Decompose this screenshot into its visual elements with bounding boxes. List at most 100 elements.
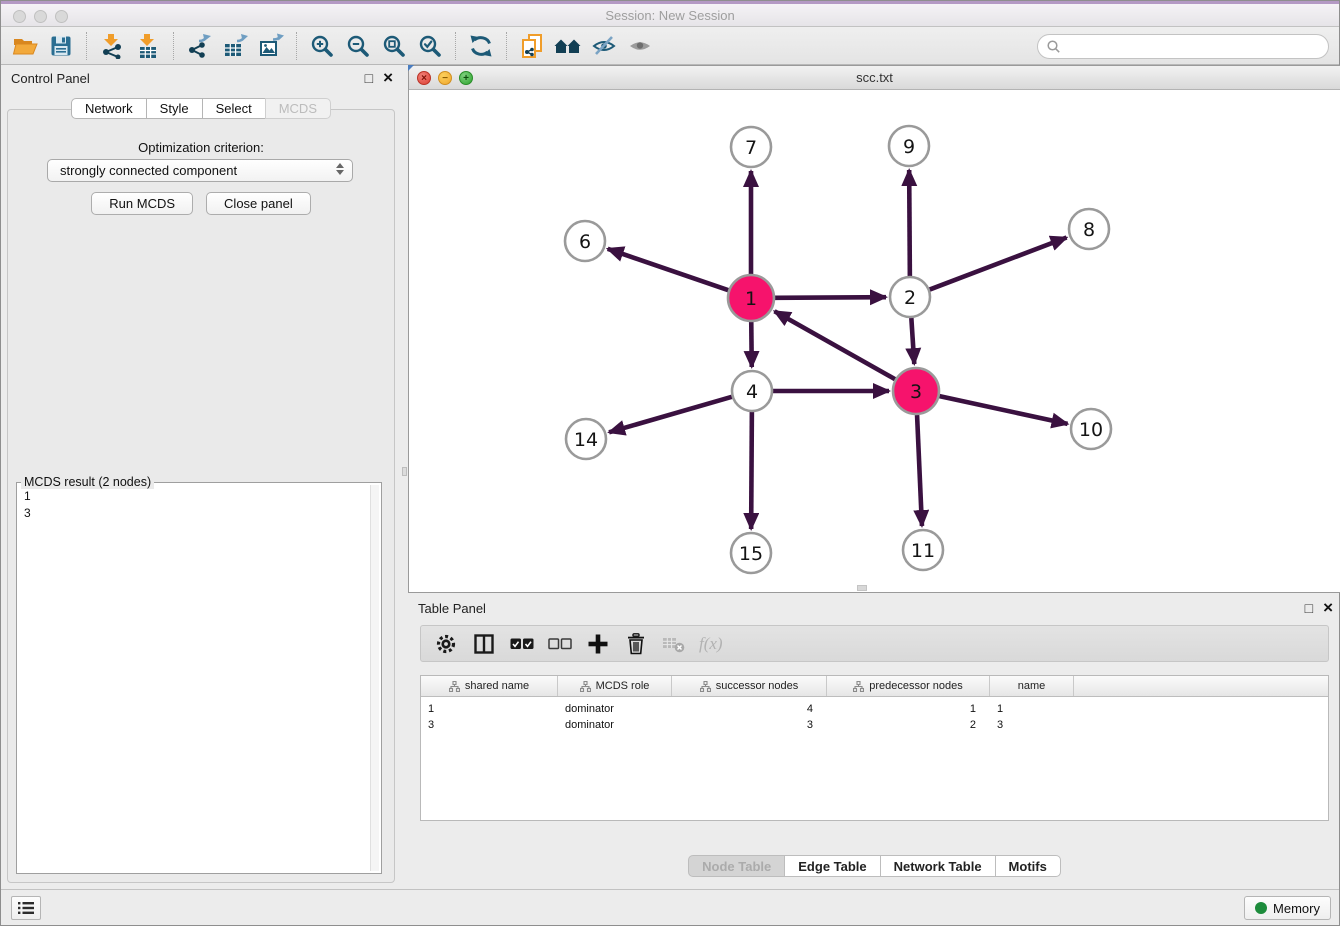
column-header-successor-nodes[interactable]: successor nodes xyxy=(672,676,827,696)
zoom-selected-button[interactable] xyxy=(412,30,448,62)
memory-button[interactable]: Memory xyxy=(1244,896,1331,920)
float-table-panel-icon[interactable]: □ xyxy=(1305,599,1313,617)
graph-node-1[interactable]: 1 xyxy=(728,275,774,321)
tab-motifs[interactable]: Motifs xyxy=(995,855,1061,877)
table-cell: 2 xyxy=(827,717,990,733)
edge-2-8[interactable] xyxy=(930,238,1067,290)
table-row-0[interactable]: 1dominator411 xyxy=(421,701,1328,717)
import-network-button[interactable] xyxy=(94,30,130,62)
network-canvas[interactable]: 7 9 6 8 1 2 4 3 14 10 15 11 xyxy=(409,90,1340,592)
graph-node-15[interactable]: 15 xyxy=(731,533,771,573)
table-toolbar: f(x) xyxy=(420,625,1329,662)
edge-1-2[interactable] xyxy=(775,297,886,298)
criterion-dropdown[interactable]: strongly connected component xyxy=(47,159,353,182)
deselect-all-rows-button[interactable] xyxy=(547,631,573,657)
table-row-1[interactable]: 3dominator323 xyxy=(421,717,1328,733)
close-table-panel-icon[interactable]: × xyxy=(1323,599,1333,617)
import-network-icon xyxy=(99,33,125,59)
node-label-4: 4 xyxy=(746,381,758,403)
table-settings-button[interactable] xyxy=(433,631,459,657)
network-zoom-button[interactable]: + xyxy=(459,71,473,85)
canvas-scrollbar-thumb[interactable] xyxy=(857,585,867,591)
close-panel-icon[interactable]: × xyxy=(383,69,393,87)
edge-4-15[interactable] xyxy=(751,412,752,529)
edge-3-1[interactable] xyxy=(775,311,896,379)
node-table-header-row: shared nameMCDS rolesuccessor nodesprede… xyxy=(421,676,1328,697)
tab-select[interactable]: Select xyxy=(202,98,266,119)
mcds-result-text[interactable]: 1 3 xyxy=(19,485,369,871)
splitter-grip[interactable] xyxy=(402,467,407,476)
table-settings-icon xyxy=(435,633,457,655)
export-table-button[interactable] xyxy=(217,30,253,62)
graph-node-9[interactable]: 9 xyxy=(889,126,929,166)
result-scrollbar[interactable] xyxy=(370,485,379,871)
window-minimize-button[interactable] xyxy=(34,10,47,23)
tab-mcds[interactable]: MCDS xyxy=(265,98,331,119)
zoom-fit-button[interactable] xyxy=(376,30,412,62)
edge-2-9[interactable] xyxy=(909,170,910,276)
column-header-name[interactable]: name xyxy=(990,676,1074,696)
column-header-shared-name[interactable]: shared name xyxy=(421,676,558,696)
network-minimize-button[interactable]: − xyxy=(438,71,452,85)
export-network-button[interactable] xyxy=(181,30,217,62)
graph-node-4[interactable]: 4 xyxy=(732,371,772,411)
show-all-button[interactable] xyxy=(622,30,658,62)
graph-node-2[interactable]: 2 xyxy=(890,277,930,317)
graph-node-3[interactable]: 3 xyxy=(893,368,939,414)
window-close-button[interactable] xyxy=(13,10,26,23)
graph-node-6[interactable]: 6 xyxy=(565,221,605,261)
node-label-14: 14 xyxy=(574,429,598,451)
column-header-predecessor-nodes[interactable]: predecessor nodes xyxy=(827,676,990,696)
edge-4-14[interactable] xyxy=(609,397,732,433)
edge-3-10[interactable] xyxy=(939,396,1067,424)
graph-node-7[interactable]: 7 xyxy=(731,127,771,167)
toolbar-separator xyxy=(455,32,456,60)
select-all-rows-button[interactable] xyxy=(509,631,535,657)
export-image-button[interactable] xyxy=(253,30,289,62)
table-cell: 3 xyxy=(421,717,558,733)
column-header-mcds-role[interactable]: MCDS role xyxy=(558,676,672,696)
graph-node-14[interactable]: 14 xyxy=(566,419,606,459)
vertical-splitter[interactable] xyxy=(401,65,408,891)
zoom-in-icon xyxy=(310,34,334,58)
show-all-eye-icon xyxy=(627,33,653,59)
save-session-button[interactable] xyxy=(43,30,79,62)
hide-selected-button[interactable] xyxy=(586,30,622,62)
edge-1-6[interactable] xyxy=(608,249,729,290)
zoom-out-button[interactable] xyxy=(340,30,376,62)
run-mcds-button[interactable]: Run MCDS xyxy=(91,192,193,215)
tab-network[interactable]: Network xyxy=(71,98,147,119)
zoom-in-button[interactable] xyxy=(304,30,340,62)
window-zoom-button[interactable] xyxy=(55,10,68,23)
graph-node-11[interactable]: 11 xyxy=(903,530,943,570)
control-panel: Control Panel □ × NetworkStyleSelectMCDS… xyxy=(1,65,401,891)
edge-3-11[interactable] xyxy=(917,415,922,526)
deselect-all-rows-icon xyxy=(548,637,572,651)
open-file-button[interactable] xyxy=(7,30,43,62)
search-icon xyxy=(1046,39,1061,54)
edge-2-3[interactable] xyxy=(911,318,914,364)
graph-node-10[interactable]: 10 xyxy=(1071,409,1111,449)
add-column-button[interactable] xyxy=(585,631,611,657)
float-panel-icon[interactable]: □ xyxy=(365,69,373,87)
close-panel-button[interactable]: Close panel xyxy=(206,192,311,215)
node-label-10: 10 xyxy=(1079,419,1103,441)
tab-edge-table[interactable]: Edge Table xyxy=(784,855,880,877)
graph-node-8[interactable]: 8 xyxy=(1069,209,1109,249)
search-box[interactable] xyxy=(1037,34,1329,59)
column-layout-button[interactable] xyxy=(471,631,497,657)
node-label-9: 9 xyxy=(903,136,915,158)
task-history-button[interactable] xyxy=(11,896,41,920)
home-button[interactable] xyxy=(550,30,586,62)
table-tabs: Node TableEdge TableNetwork TableMotifs xyxy=(408,855,1340,877)
network-window-titlebar[interactable]: × − + scc.txt xyxy=(409,66,1340,90)
search-input[interactable] xyxy=(1065,40,1320,54)
delete-column-button[interactable] xyxy=(623,631,649,657)
duplicate-network-button[interactable] xyxy=(514,30,550,62)
tab-node-table[interactable]: Node Table xyxy=(688,855,785,877)
refresh-button[interactable] xyxy=(463,30,499,62)
tab-style[interactable]: Style xyxy=(146,98,203,119)
tab-network-table[interactable]: Network Table xyxy=(880,855,996,877)
network-close-button[interactable]: × xyxy=(417,71,431,85)
import-table-button[interactable] xyxy=(130,30,166,62)
